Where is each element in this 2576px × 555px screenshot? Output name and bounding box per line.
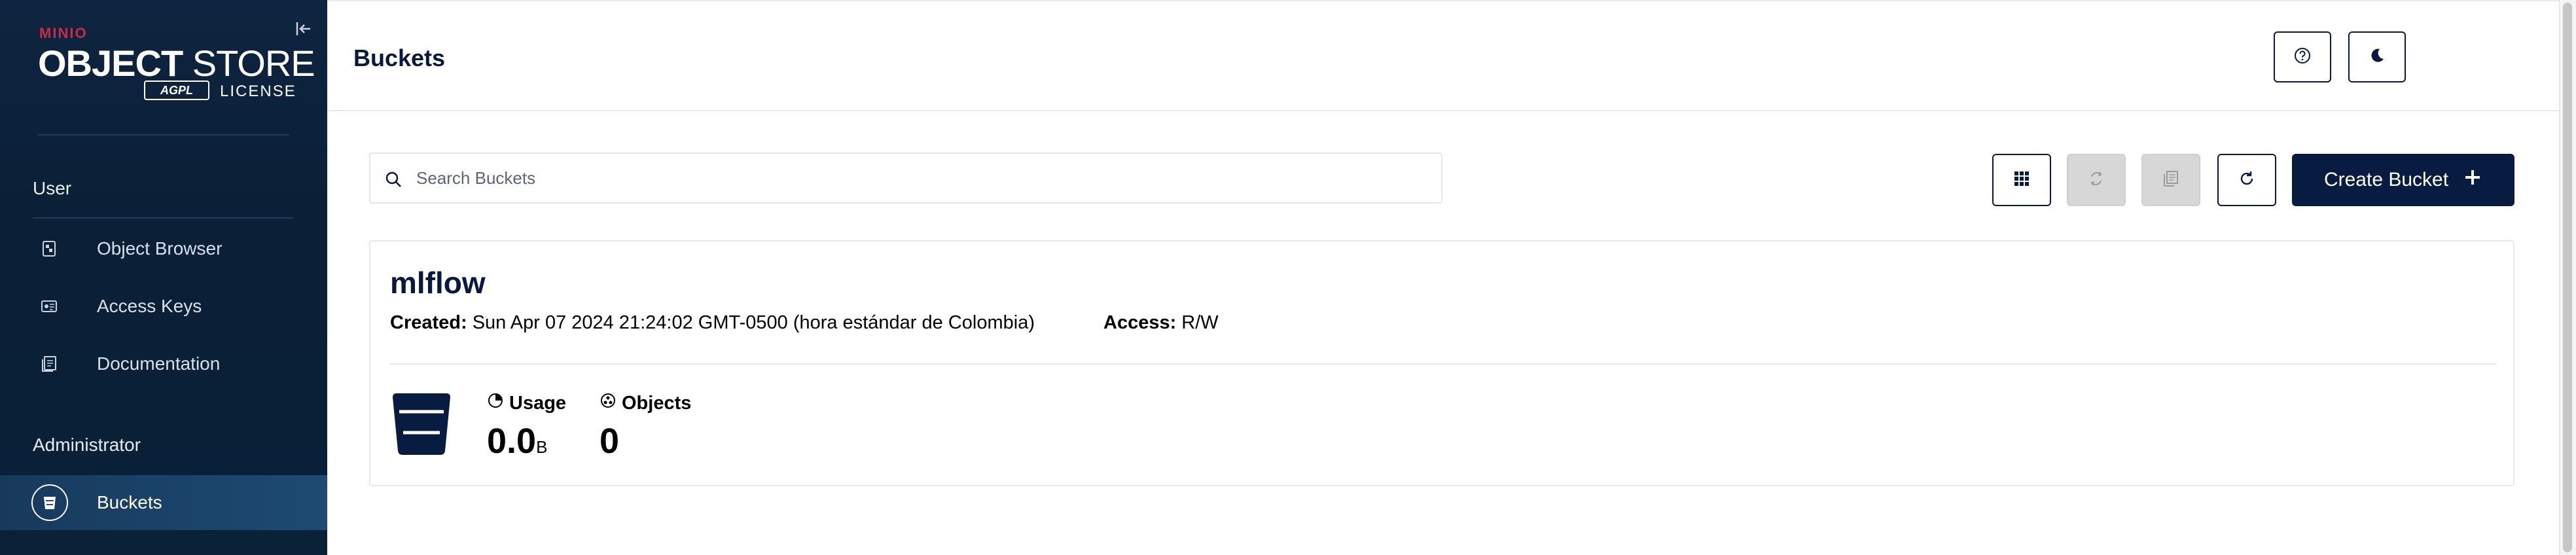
pie-chart-icon: [487, 392, 504, 414]
agpl-badge: AGPL: [144, 81, 209, 100]
logo-divider: [38, 134, 289, 135]
usage-label: Usage: [509, 392, 567, 414]
refresh-icon: [2237, 169, 2257, 192]
bucket-icon: [31, 484, 68, 521]
moon-icon: [2367, 46, 2387, 69]
section-divider: [33, 217, 293, 219]
create-bucket-button[interactable]: Create Bucket: [2292, 154, 2514, 206]
bucket-large-icon: [390, 392, 453, 456]
card-divider: [390, 363, 2496, 365]
sidebar-item-label: Buckets: [97, 492, 162, 512]
object-browser-icon: [39, 239, 59, 259]
sidebar-item-access-keys[interactable]: Access Keys: [0, 279, 327, 334]
search-box[interactable]: [369, 152, 1442, 204]
sidebar-item-label: Documentation: [97, 353, 221, 374]
sidebar-item-next[interactable]: [0, 541, 327, 555]
sidebar-item-label: Access Keys: [97, 296, 202, 316]
help-icon: [2293, 46, 2312, 69]
sidebar-item-buckets[interactable]: Buckets: [0, 475, 327, 530]
logo-brand: MINIO: [39, 25, 88, 41]
sidebar-item-label: Object Browser: [97, 238, 223, 259]
access-keys-icon: [39, 296, 59, 316]
grid-view-button[interactable]: [1992, 154, 2051, 206]
replication-icon: [2086, 169, 2106, 192]
lifecycle-button[interactable]: [2141, 154, 2200, 206]
sidebar: MINIO OBJECT STORE AGPL LICENSE User Obj…: [0, 0, 327, 555]
usage-stat: Usage 0.0B: [487, 392, 566, 461]
logo-product: OBJECT STORE: [38, 43, 315, 84]
help-button[interactable]: [2274, 31, 2331, 82]
section-title-user: User: [33, 178, 72, 198]
bucket-name[interactable]: mlflow: [390, 265, 486, 300]
scrollbar-thumb[interactable]: [2563, 3, 2572, 552]
collapse-sidebar-icon[interactable]: [293, 18, 314, 39]
bucket-access: Access: R/W: [1103, 312, 1219, 333]
documentation-icon: [39, 354, 59, 374]
sidebar-item-object-browser[interactable]: Object Browser: [0, 221, 327, 276]
plus-icon: [2463, 168, 2482, 192]
page-header: Buckets: [327, 0, 2559, 111]
replication-button[interactable]: [2067, 154, 2126, 206]
dark-mode-button[interactable]: [2348, 31, 2406, 82]
sidebar-item-documentation[interactable]: Documentation: [0, 336, 327, 391]
objects-stat: Objects 0: [599, 392, 691, 461]
usage-value: 0.0B: [487, 421, 548, 461]
create-bucket-label: Create Bucket: [2323, 169, 2449, 190]
objects-label: Objects: [622, 392, 692, 414]
bucket-card[interactable]: mlflow Created: Sun Apr 07 2024 21:24:02…: [369, 240, 2514, 486]
refresh-button[interactable]: [2217, 154, 2276, 206]
grid-icon: [2012, 169, 2031, 192]
page-title: Buckets: [353, 45, 446, 71]
search-input[interactable]: [416, 160, 1431, 196]
bucket-created: Created: Sun Apr 07 2024 21:24:02 GMT-05…: [390, 312, 1035, 333]
objects-value: 0: [599, 421, 620, 461]
logo-license: LICENSE: [220, 82, 296, 100]
objects-icon: [599, 392, 617, 414]
search-icon: [384, 170, 403, 189]
lifecycle-icon: [2161, 169, 2181, 192]
section-title-administrator: Administrator: [33, 435, 141, 455]
minio-logo: MINIO OBJECT STORE AGPL LICENSE: [38, 25, 315, 103]
